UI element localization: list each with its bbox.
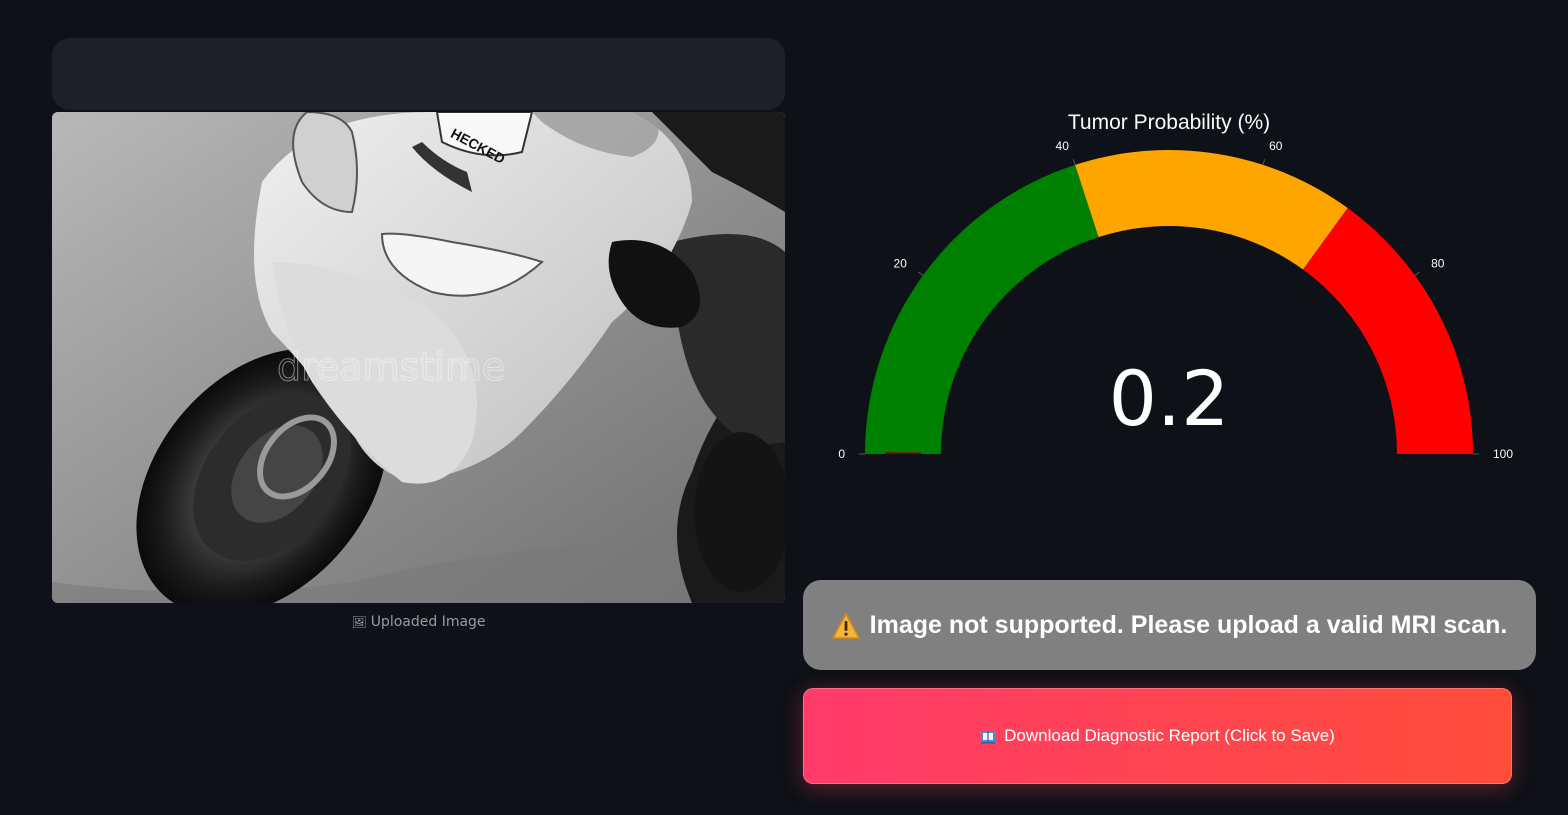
warning-icon [831, 613, 860, 639]
download-label: Download Diagnostic Report (Click to Sav… [1004, 726, 1335, 745]
gauge-tick-label-1: 20 [894, 257, 908, 271]
gauge-tick-label-3: 60 [1269, 139, 1283, 153]
uploaded-image: HECKED dreamstime [52, 112, 785, 603]
header-container [52, 38, 785, 110]
download-report-button[interactable]: Download Diagnostic Report (Click to Sav… [803, 688, 1512, 784]
probability-gauge: Tumor Probability (%) 0 20 40 60 80 100 0.2 [803, 95, 1536, 545]
gauge-tick-mark-1 [917, 271, 924, 276]
motorcycle-photo: HECKED dreamstime [52, 112, 785, 603]
gauge-tick-label-5: 100 [1493, 447, 1513, 461]
gauge-tick-label-4: 80 [1431, 257, 1445, 271]
caption-label: Uploaded Image [370, 614, 486, 630]
gauge-tick-label-2: 40 [1056, 139, 1070, 153]
gauge-value-bar [885, 452, 922, 454]
app-page: HECKED dreamstime 🖼 Uploaded Image Tumor … [0, 0, 1568, 815]
picture-icon: 🖼 [351, 615, 367, 629]
gauge-chart: Tumor Probability (%) 0 20 40 60 80 100 0.2 [838, 111, 1513, 461]
watermark-text: dreamstime [277, 345, 505, 389]
gauge-title: Tumor Probability (%) [1068, 111, 1270, 134]
gauge-band-0 [865, 164, 1099, 454]
image-caption: 🖼 Uploaded Image [52, 614, 785, 630]
alert-text: Image not supported. Please upload a val… [869, 610, 1508, 639]
book-icon [980, 729, 996, 744]
gauge-band-2 [1303, 208, 1473, 454]
gauge-tick-mark-3 [1262, 159, 1266, 166]
warning-alert: Image not supported. Please upload a val… [803, 580, 1536, 670]
gauge-tick-mark-2 [1072, 159, 1076, 166]
gauge-value-fill [885, 452, 922, 454]
gauge-band-1 [1075, 150, 1348, 270]
gauge-tick-mark-4 [1414, 271, 1421, 276]
gauge-value: 0.2 [1109, 354, 1230, 443]
gauge-tick-label-0: 0 [838, 447, 845, 461]
